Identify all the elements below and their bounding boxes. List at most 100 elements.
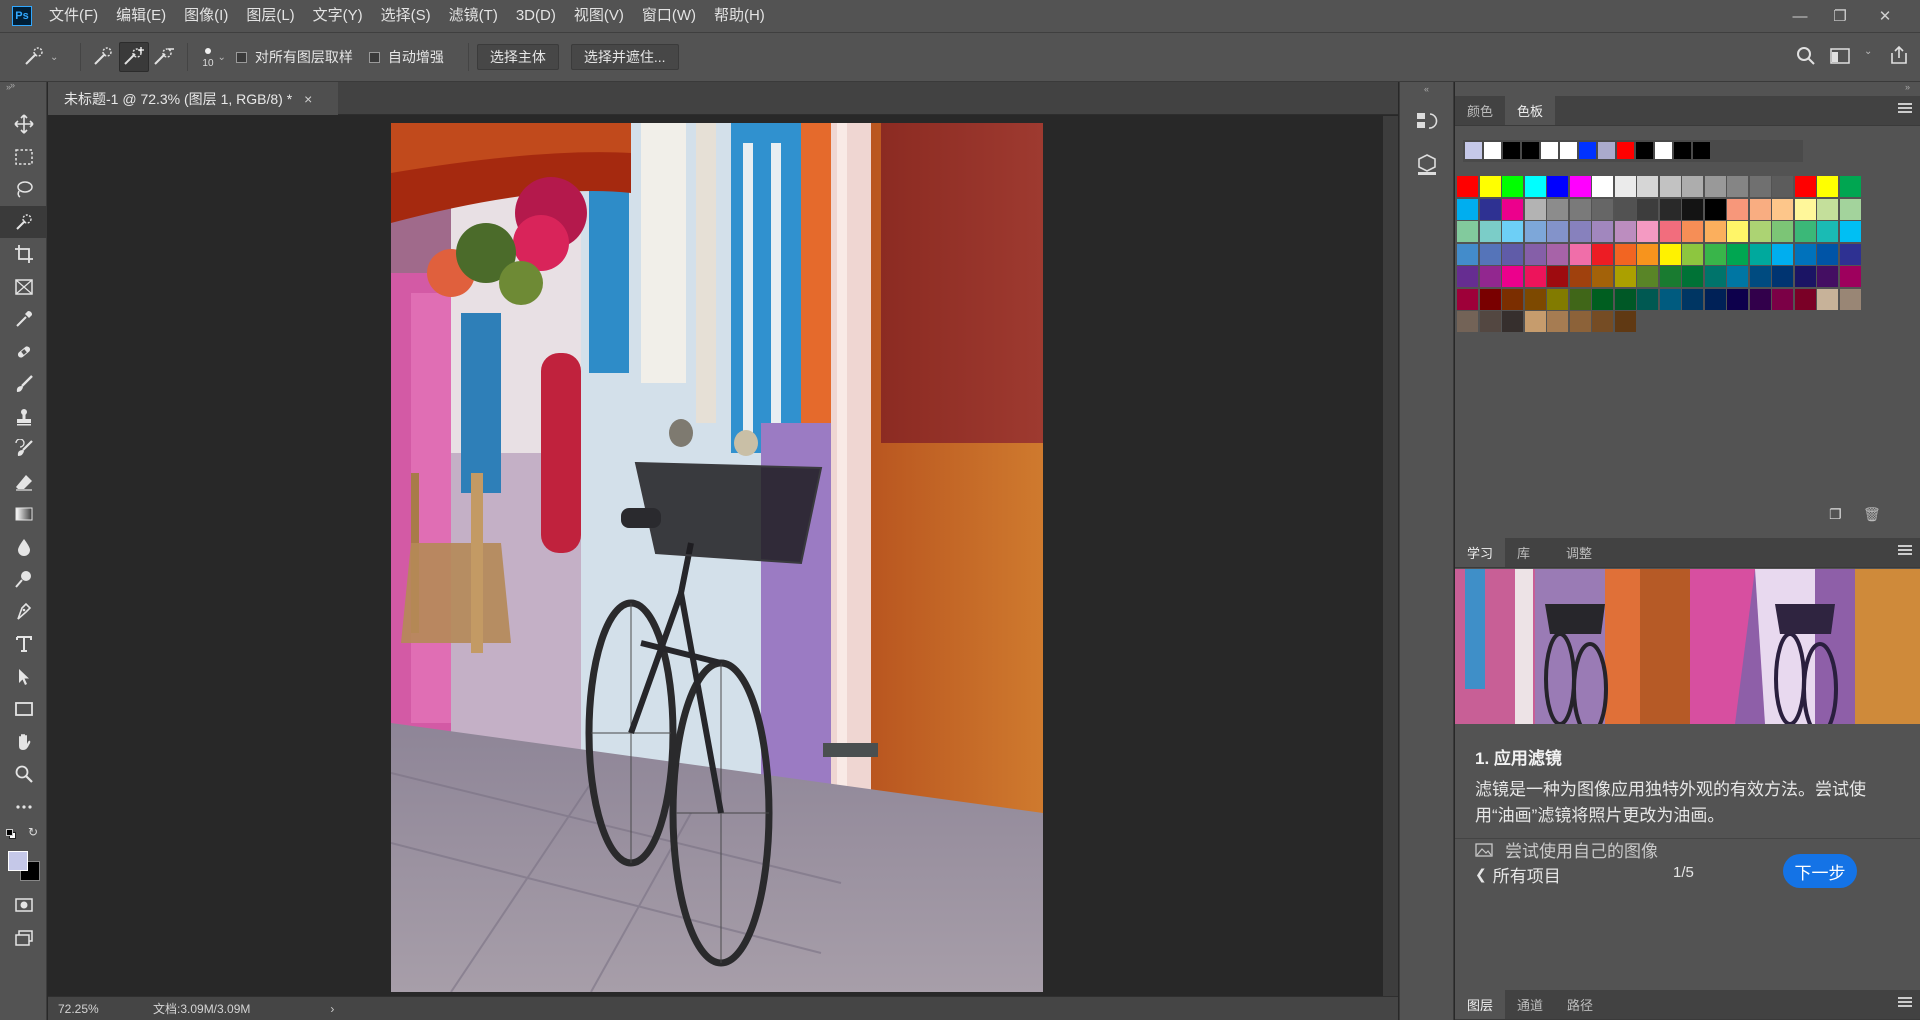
color-swatch[interactable] [1592,266,1613,287]
color-swatch[interactable] [1727,243,1748,265]
color-swatch[interactable] [1502,243,1523,265]
color-swatch[interactable] [1592,288,1613,310]
color-swatch[interactable] [1614,243,1636,265]
color-swatch[interactable] [1637,288,1658,310]
chevron-down-icon[interactable]: ⌄ [50,52,58,63]
color-swatch[interactable] [1749,266,1771,287]
color-swatch[interactable] [1704,266,1726,287]
menu-item-5[interactable]: 选择(S) [372,0,440,32]
color-swatch[interactable] [1682,198,1703,220]
brush-tool-icon[interactable] [0,368,47,401]
tab-learn[interactable]: 学习 [1455,538,1506,567]
color-swatch[interactable] [1569,198,1591,220]
recent-swatch[interactable] [1541,142,1558,159]
search-icon[interactable] [1795,45,1817,70]
recent-swatch[interactable] [1503,142,1520,159]
add-to-selection-icon[interactable] [119,42,150,72]
color-swatch[interactable] [1614,288,1636,310]
collapse-strip-icon[interactable]: « [1400,82,1453,96]
crop-tool-icon[interactable] [0,238,47,271]
dodge-tool-icon[interactable] [0,563,47,596]
workspace-chevron-icon[interactable]: ⌄ [1864,46,1872,57]
color-swatch[interactable] [1614,176,1636,197]
default-colors-icon[interactable] [6,829,16,839]
color-swatch[interactable] [1839,221,1861,242]
color-swatch[interactable] [1457,243,1478,265]
document-tab[interactable]: 未标题-1 @ 72.3% (图层 1, RGB/8) * × [48,82,338,115]
recent-swatch[interactable] [1579,142,1596,159]
color-swatch[interactable] [1817,243,1838,265]
auto-enhance-checkbox[interactable]: 自动增强 [368,47,444,67]
pen-tool-icon[interactable] [0,596,47,629]
subtract-from-selection-icon[interactable] [149,42,179,72]
color-swatch[interactable] [1637,243,1658,265]
color-swatch[interactable] [1659,221,1681,242]
color-swatch[interactable] [1592,198,1613,220]
collapse-dock-icon[interactable]: » [1905,82,1910,92]
color-swatch[interactable] [1772,288,1793,310]
close-tab-icon[interactable]: × [304,91,312,107]
tab-channels[interactable]: 通道 [1505,990,1555,1019]
menu-item-3[interactable]: 图层(L) [237,0,303,32]
recent-swatch[interactable] [1655,142,1672,159]
color-swatch[interactable] [1839,198,1861,220]
path-selection-tool-icon[interactable] [0,661,47,694]
color-swatch[interactable] [1637,221,1658,242]
color-swatch[interactable] [1592,176,1613,197]
color-swatch[interactable] [1794,243,1816,265]
select-subject-button[interactable]: 选择主体 [476,44,559,70]
new-swatch-icon[interactable]: ❐ [1829,506,1842,523]
color-swatch[interactable] [1817,266,1838,287]
color-swatch[interactable] [1749,243,1771,265]
recent-swatch[interactable] [1522,142,1539,159]
eyedropper-tool-icon[interactable] [0,303,47,336]
color-swatch[interactable] [1457,288,1478,310]
workspace-icon[interactable] [1830,47,1852,68]
collapse-panels-icon[interactable]: » [10,80,15,90]
color-swatch[interactable] [1479,198,1501,220]
zoom-level[interactable]: 72.25% [48,1002,123,1016]
color-swatch[interactable] [1502,176,1523,197]
canvas-vertical-scrollbar[interactable] [1383,116,1398,996]
color-swatch[interactable] [1592,221,1613,242]
color-swatch[interactable] [1524,266,1546,287]
color-swatch[interactable] [1592,311,1613,332]
color-swatch[interactable] [1637,266,1658,287]
color-swatch[interactable] [1569,288,1591,310]
color-swatch[interactable] [1457,198,1478,220]
color-swatch[interactable] [1704,221,1726,242]
tab-libraries[interactable]: 库 [1505,538,1542,567]
color-swatch[interactable] [1479,311,1501,332]
color-swatch[interactable] [1547,311,1568,332]
recent-swatch[interactable] [1598,142,1615,159]
color-swatch[interactable] [1704,243,1726,265]
restore-icon[interactable]: ❐ [1820,0,1860,32]
color-swatch[interactable] [1524,176,1546,197]
color-swatch[interactable] [1659,198,1681,220]
sample-all-layers-checkbox[interactable]: 对所有图层取样 [235,47,353,67]
menu-item-6[interactable]: 滤镜(T) [440,0,507,32]
menu-item-7[interactable]: 3D(D) [507,0,565,32]
recent-swatch[interactable] [1484,142,1501,159]
all-projects-button[interactable]: ❮ 所有项目 [1475,862,1561,887]
color-swatch[interactable] [1457,311,1478,332]
quick-mask-icon[interactable] [0,889,47,922]
color-swatch[interactable] [1637,198,1658,220]
color-swatch[interactable] [1659,176,1681,197]
lasso-tool-icon[interactable] [0,173,47,206]
recent-swatch[interactable] [1674,142,1691,159]
color-swatch[interactable] [1817,198,1838,220]
color-swatch[interactable] [1727,198,1748,220]
color-swatch[interactable] [1794,198,1816,220]
color-swatch[interactable] [1547,176,1568,197]
share-icon[interactable] [1888,44,1910,69]
color-swatch[interactable] [1524,243,1546,265]
color-swatch[interactable] [1479,176,1501,197]
color-swatch[interactable] [1727,221,1748,242]
color-swatch[interactable] [1547,288,1568,310]
color-swatch[interactable] [1569,311,1591,332]
zoom-tool-icon[interactable] [0,758,47,791]
color-swatch[interactable] [1682,266,1703,287]
rectangle-tool-icon[interactable] [0,693,47,726]
color-swatch[interactable] [1727,176,1748,197]
